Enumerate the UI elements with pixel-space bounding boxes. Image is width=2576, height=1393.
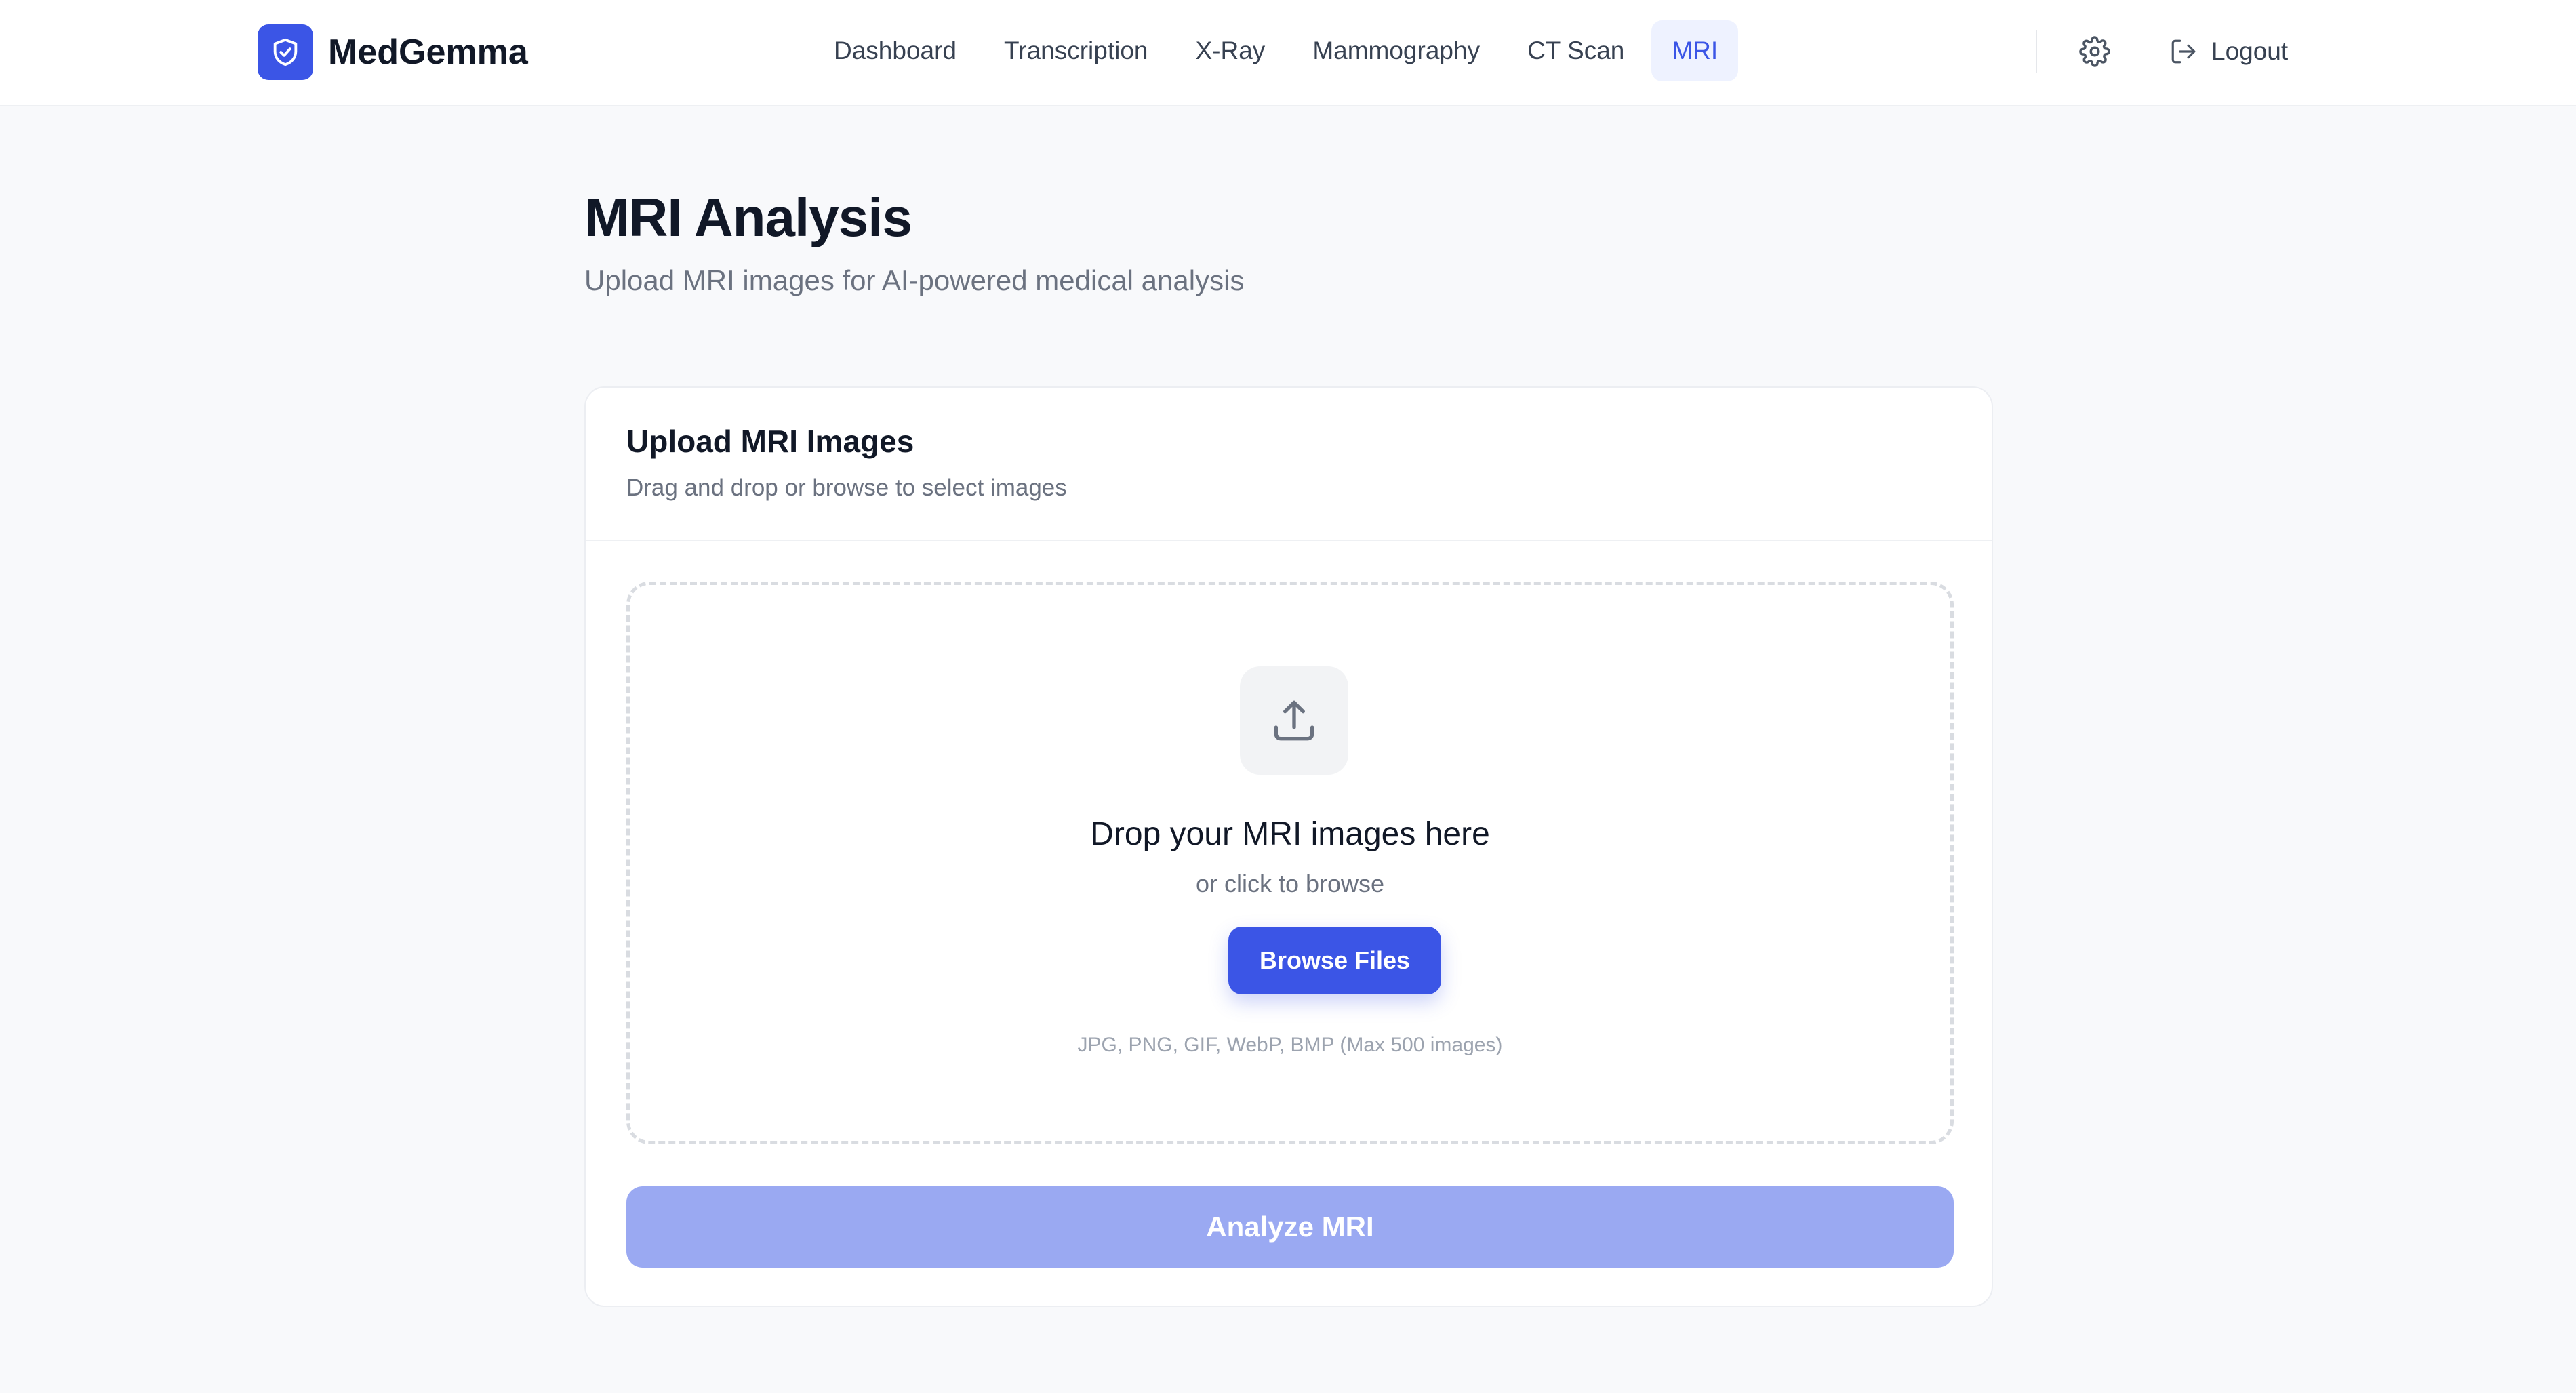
file-dropzone[interactable]: Drop your MRI images here or click to br… (626, 582, 1954, 1144)
nav-item-dashboard[interactable]: Dashboard (813, 20, 977, 81)
browse-files-button[interactable]: Browse Files (1228, 927, 1441, 994)
nav-item-mammography[interactable]: Mammography (1292, 20, 1500, 81)
upload-card-header: Upload MRI Images Drag and drop or brows… (586, 388, 1992, 541)
nav-item-ct-scan[interactable]: CT Scan (1507, 20, 1645, 81)
nav-item-x-ray[interactable]: X-Ray (1175, 20, 1286, 81)
main-nav: Dashboard Transcription X-Ray Mammograph… (813, 20, 1745, 81)
upload-icon (1240, 666, 1348, 775)
top-navbar: MedGemma Dashboard Transcription X-Ray M… (0, 0, 2576, 106)
upload-card: Upload MRI Images Drag and drop or brows… (584, 386, 1993, 1307)
dropzone-title: Drop your MRI images here (1090, 816, 1490, 852)
upload-card-description: Drag and drop or browse to select images (626, 475, 1067, 501)
page-subtitle: Upload MRI images for AI-powered medical… (584, 264, 1245, 296)
gear-icon (2079, 36, 2110, 67)
nav-item-transcription[interactable]: Transcription (984, 20, 1168, 81)
upload-card-title: Upload MRI Images (626, 424, 914, 459)
analyze-mri-button[interactable]: Analyze MRI (626, 1186, 1954, 1268)
logout-label: Logout (2211, 37, 2289, 65)
brand-name: MedGemma (328, 33, 528, 72)
logout-icon (2171, 39, 2196, 64)
page-title: MRI Analysis (584, 187, 912, 247)
shield-check-icon (258, 24, 313, 80)
supported-formats-hint: JPG, PNG, GIF, WebP, BMP (Max 500 images… (1077, 1034, 1503, 1056)
brand[interactable]: MedGemma (258, 24, 528, 80)
dropzone-subtitle: or click to browse (1195, 870, 1385, 897)
nav-item-mri[interactable]: MRI (1651, 20, 1739, 81)
settings-button[interactable] (2073, 30, 2116, 73)
header-divider (2036, 30, 2037, 73)
logout-button[interactable]: Logout (2169, 30, 2288, 73)
